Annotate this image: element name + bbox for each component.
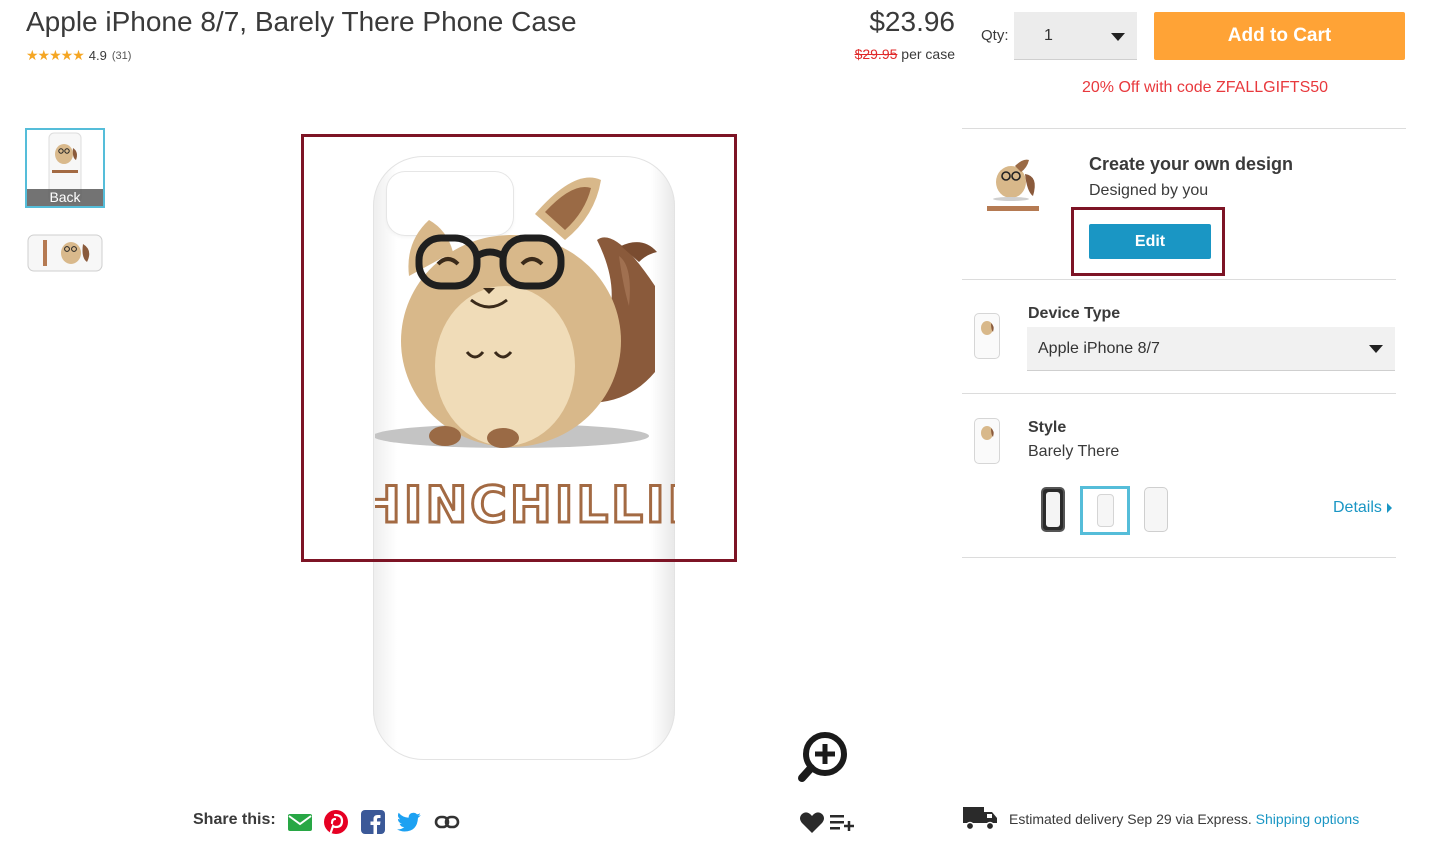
highlight-box-image	[301, 134, 737, 562]
product-title: Apple iPhone 8/7, Barely There Phone Cas…	[26, 6, 577, 37]
style-thumb-art	[981, 426, 994, 440]
device-type-value: Apple iPhone 8/7	[1038, 340, 1160, 357]
original-price: $29.95	[854, 46, 898, 62]
zoom-in-icon[interactable]	[795, 730, 849, 784]
link-icon[interactable]	[434, 809, 460, 835]
rating-value: 4.9	[88, 48, 107, 63]
style-option-tough[interactable]	[1041, 487, 1065, 532]
style-option-case	[1097, 494, 1114, 527]
design-subtitle: Designed by you	[1089, 182, 1209, 199]
caret-right-icon	[1386, 502, 1392, 513]
divider	[962, 128, 1406, 129]
add-to-cart-button[interactable]: Add to Cart	[1154, 12, 1405, 60]
qty-label: Qty:	[981, 27, 1009, 44]
original-price-row: $29.95 per case	[855, 46, 955, 62]
price: $23.96	[869, 6, 955, 37]
device-thumb-art	[981, 321, 994, 335]
style-value: Barely There	[1028, 443, 1120, 460]
qty-value: 1	[1044, 27, 1053, 44]
style-option-slim[interactable]	[1144, 487, 1168, 532]
device-type-select[interactable]: Apple iPhone 8/7	[1027, 327, 1395, 371]
email-icon[interactable]	[287, 809, 313, 835]
highlight-box-edit	[1071, 207, 1225, 276]
divider	[962, 393, 1396, 394]
thumbnail-side-image	[27, 234, 103, 272]
details-label: Details	[1333, 499, 1382, 516]
heart-icon[interactable]	[799, 810, 825, 834]
add-to-list-icon[interactable]	[830, 812, 854, 832]
shipping-options-link[interactable]: Shipping options	[1256, 811, 1360, 827]
pinterest-icon[interactable]	[323, 809, 349, 835]
design-title: Create your own design	[1089, 154, 1294, 174]
promo-text: 20% Off with code ZFALLGIFTS50	[1082, 79, 1329, 96]
style-label: Style	[1028, 419, 1067, 436]
device-type-icon	[974, 313, 1000, 359]
thumbnail-side[interactable]	[27, 234, 103, 272]
price-unit: per case	[901, 46, 955, 62]
twitter-icon[interactable]	[397, 809, 423, 835]
rating-count[interactable]: (31)	[112, 50, 132, 62]
chevron-down-icon	[1111, 33, 1125, 41]
style-option-screen	[1046, 492, 1060, 527]
qty-select[interactable]: 1	[1014, 12, 1137, 60]
delivery-info: Estimated delivery Sep 29 via Express. S…	[1009, 811, 1359, 827]
thumbnail-back[interactable]: Back	[25, 128, 105, 208]
share-label: Share this:	[193, 811, 276, 828]
truck-icon	[963, 807, 997, 831]
style-icon	[974, 418, 1000, 464]
thumbnail-label: Back	[27, 189, 103, 206]
rating-stars: ★★★★★	[26, 47, 85, 63]
divider	[962, 279, 1396, 280]
facebook-icon[interactable]	[360, 809, 386, 835]
rating[interactable]: ★★★★★ 4.9 (31)	[26, 47, 131, 64]
delivery-text: Estimated delivery Sep 29 via Express.	[1009, 811, 1252, 827]
details-link[interactable]: Details	[1333, 499, 1392, 517]
style-option-barely-there[interactable]	[1080, 486, 1130, 535]
device-type-label: Device Type	[1028, 305, 1121, 322]
design-thumbnail	[987, 159, 1039, 211]
divider	[962, 557, 1396, 558]
chevron-down-icon	[1369, 345, 1383, 353]
